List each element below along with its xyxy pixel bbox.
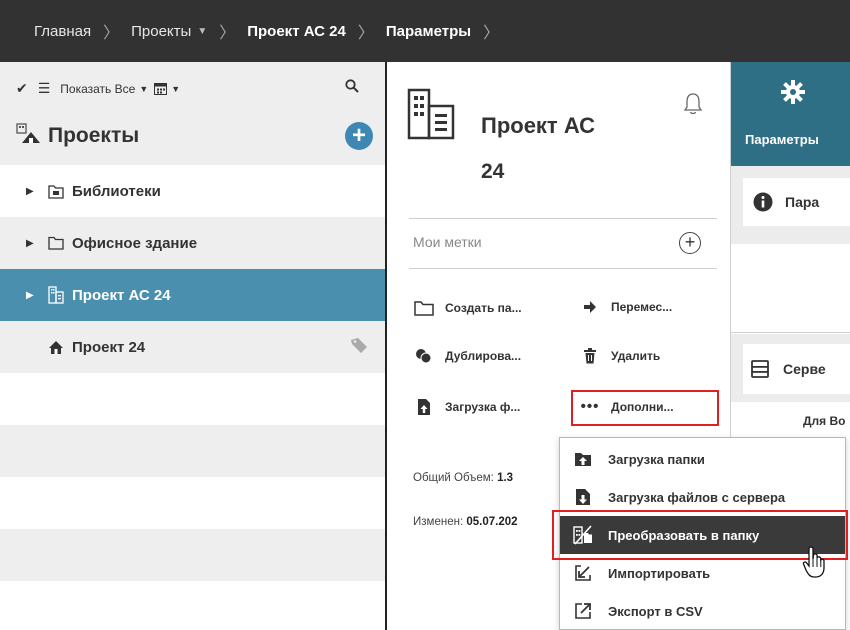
menu-item-label: Загрузка файлов с сервера <box>608 489 786 505</box>
folder-icon <box>48 236 64 250</box>
tree-item-office-building[interactable]: ▶ Офисное здание <box>0 217 385 269</box>
menu-item-upload-folder[interactable]: Загрузка папки <box>560 440 845 478</box>
total-size-label: Общий Объем: <box>413 472 494 484</box>
breadcrumb: Главная 〉 Проекты ▼ 〉 Проект АС 24 〉 Пар… <box>0 0 850 62</box>
projects-header: Проекты <box>16 122 139 150</box>
total-size-value: 1.3 <box>497 472 514 484</box>
tree-item-project-ac24[interactable]: ▶ Проект АС 24 <box>0 269 385 321</box>
chevron-right-icon: 〉 <box>483 25 500 42</box>
breadcrumb-project[interactable]: Проект АС 24 <box>247 23 346 40</box>
create-folder-action[interactable]: Создать па... <box>413 300 522 316</box>
breadcrumb-home[interactable]: Главная <box>34 23 91 40</box>
export-icon <box>572 603 594 619</box>
upload-file-icon <box>413 398 435 416</box>
tab-label: Параметры <box>745 132 819 147</box>
divider <box>731 332 850 333</box>
upload-files-action[interactable]: Загрузка ф... <box>413 398 520 416</box>
server-card-title: Серве <box>783 361 826 377</box>
home-icon <box>48 340 64 355</box>
caret-down-icon[interactable]: ▼ <box>171 84 180 94</box>
highlight-box <box>571 390 719 426</box>
add-project-button[interactable]: + <box>345 122 373 150</box>
tree-empty-row <box>0 581 385 630</box>
projects-icon <box>16 122 40 150</box>
caret-down-icon[interactable]: ▼ <box>197 26 207 37</box>
tree-item-label: Проект АС 24 <box>72 286 171 304</box>
project-title-line1: Проект АС <box>481 113 596 138</box>
show-all-filter[interactable]: Показать Все <box>60 82 135 96</box>
duplicate-action[interactable]: Дублирова... <box>413 348 521 364</box>
server-note: Для Во <box>803 414 846 428</box>
project-title-line2: 24 <box>481 160 505 183</box>
upload-folder-icon <box>572 450 594 468</box>
tree-empty-row <box>0 373 385 425</box>
create-folder-label: Создать па... <box>445 301 522 315</box>
bell-icon[interactable] <box>683 92 703 121</box>
menu-item-export-csv[interactable]: Экспорт в CSV <box>560 592 845 630</box>
chevron-right-icon: 〉 <box>103 25 120 42</box>
trash-icon <box>579 348 601 364</box>
import-icon <box>572 565 594 581</box>
expand-arrow-icon[interactable]: ▶ <box>26 290 38 301</box>
gear-icon <box>781 80 805 111</box>
delete-action[interactable]: Удалить <box>579 348 660 364</box>
move-action[interactable]: Перемес... <box>579 300 672 314</box>
caret-down-icon[interactable]: ▼ <box>139 84 148 94</box>
building-icon <box>48 286 64 304</box>
tree-item-libraries[interactable]: ▶ Библиотеки <box>0 165 385 217</box>
projects-title: Проекты <box>48 124 140 147</box>
delete-label: Удалить <box>611 349 661 363</box>
tab-parameters[interactable]: Параметры <box>731 62 850 166</box>
tree-item-label: Офисное здание <box>72 234 198 252</box>
projects-sidebar: ✔ ☰ Показать Все ▼ ▼ Проекты + ▶ Библиот… <box>0 62 385 630</box>
library-icon <box>48 184 64 199</box>
breadcrumb-parameters[interactable]: Параметры <box>386 23 471 40</box>
calendar-icon[interactable] <box>154 82 168 95</box>
menu-item-label: Загрузка папки <box>608 451 705 467</box>
search-icon[interactable] <box>345 79 359 98</box>
expand-arrow-icon[interactable]: ▶ <box>26 238 38 249</box>
arrow-right-icon <box>579 300 601 314</box>
folder-icon <box>413 300 435 316</box>
project-title: Проект АС 24 <box>481 100 641 192</box>
tag-icon[interactable] <box>350 337 368 357</box>
parameters-card-title: Пара <box>785 194 820 210</box>
divider <box>409 268 717 269</box>
tree-item-project-24[interactable]: Проект 24 <box>0 321 385 373</box>
modified-label: Изменен: <box>413 516 464 528</box>
tree-item-label: Библиотеки <box>72 182 161 200</box>
parameters-card[interactable]: Пара <box>743 178 850 226</box>
hand-cursor-icon <box>802 545 830 584</box>
upload-files-label: Загрузка ф... <box>445 400 521 414</box>
modified-date: Изменен: 05.07.202 <box>413 516 518 528</box>
expand-arrow-icon[interactable]: ▶ <box>26 186 38 197</box>
server-download-icon <box>572 488 594 506</box>
chevron-right-icon: 〉 <box>357 25 374 42</box>
divider <box>409 218 717 219</box>
my-tags-label: Мои метки <box>413 234 482 250</box>
info-icon <box>753 192 773 212</box>
total-size: Общий Объем: 1.3 <box>413 472 513 484</box>
tree-item-label: Проект 24 <box>72 338 146 356</box>
duplicate-icon <box>413 348 435 364</box>
modified-value: 05.07.202 <box>466 516 518 528</box>
move-label: Перемес... <box>611 300 673 314</box>
duplicate-label: Дублирова... <box>445 349 522 363</box>
breadcrumb-projects[interactable]: Проекты <box>131 23 191 40</box>
server-card[interactable]: Серве <box>743 344 850 394</box>
checkmark-icon[interactable]: ✔ <box>16 80 28 97</box>
list-icon[interactable]: ☰ <box>38 80 51 97</box>
add-tag-button[interactable]: + <box>679 232 701 254</box>
sidebar-toolbar: ✔ ☰ Показать Все ▼ ▼ <box>16 80 180 97</box>
chevron-right-icon: 〉 <box>219 25 236 42</box>
server-icon <box>751 360 769 378</box>
menu-item-label: Импортировать <box>608 565 711 581</box>
tree-empty-row <box>0 477 385 529</box>
menu-item-label: Экспорт в CSV <box>608 603 703 619</box>
building-icon <box>407 88 457 145</box>
